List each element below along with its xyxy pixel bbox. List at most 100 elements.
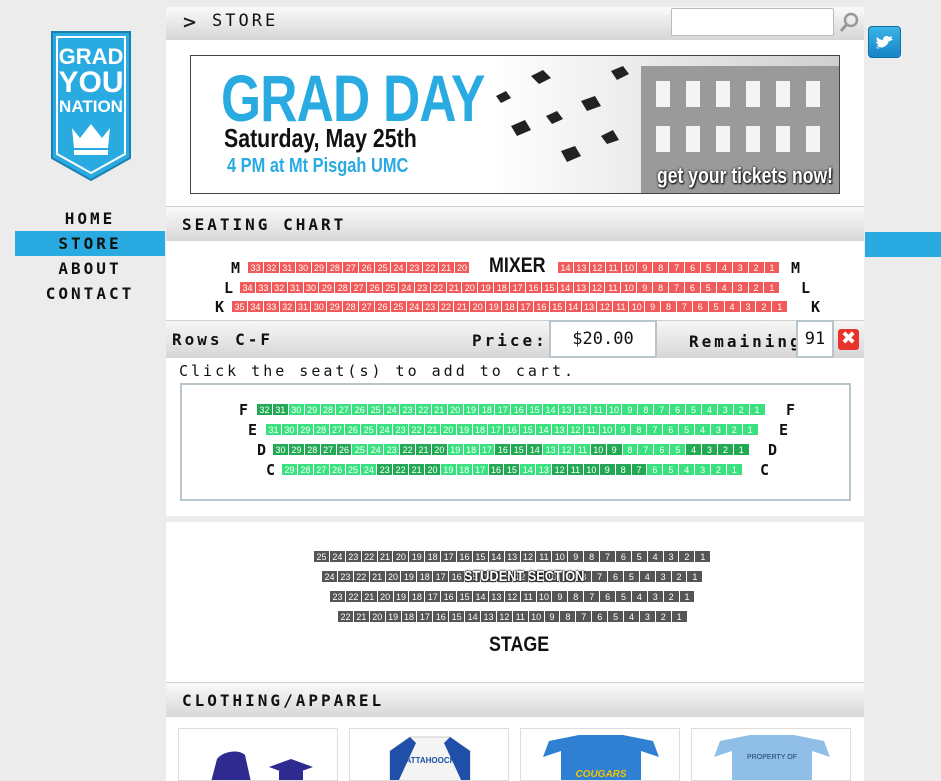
seat[interactable]: 23 [405, 261, 423, 274]
nav-contact[interactable]: CONTACT [15, 281, 165, 306]
seat[interactable]: 20 [368, 610, 386, 623]
seat[interactable]: 24 [390, 261, 407, 274]
seat[interactable]: 22 [421, 261, 439, 274]
seat[interactable]: 10 [598, 423, 616, 436]
seat[interactable]: 6 [591, 610, 609, 623]
nav-home[interactable]: HOME [15, 206, 165, 231]
seat[interactable]: 32 [278, 300, 296, 313]
seat[interactable]: 29 [310, 261, 328, 274]
seat[interactable]: 5 [678, 423, 696, 436]
seat[interactable]: 13 [480, 610, 497, 623]
seat[interactable]: 17 [478, 443, 496, 456]
seat[interactable]: 13 [572, 261, 590, 274]
seat[interactable]: 19 [462, 403, 480, 416]
seat[interactable]: 20 [453, 261, 471, 274]
seat[interactable]: 1 [763, 261, 781, 274]
seat[interactable]: 30 [280, 423, 298, 436]
seat[interactable]: 5 [622, 570, 640, 583]
seat[interactable]: 2 [747, 281, 765, 294]
seat[interactable]: 9 [621, 403, 639, 416]
seat[interactable]: 19 [455, 423, 473, 436]
seat[interactable]: 30 [302, 281, 320, 294]
seat[interactable]: 2 [654, 610, 672, 623]
seat[interactable]: 28 [334, 281, 352, 294]
seat[interactable]: 4 [694, 423, 711, 436]
seat[interactable]: 31 [278, 261, 296, 274]
seat[interactable]: 23 [376, 463, 394, 476]
seat[interactable]: 6 [691, 300, 709, 313]
seat[interactable]: 7 [637, 443, 655, 456]
seat[interactable]: 22 [429, 281, 447, 294]
seat[interactable]: 7 [653, 403, 671, 416]
seat[interactable]: 30 [294, 261, 312, 274]
seat[interactable]: 26 [366, 281, 384, 294]
seat[interactable]: 23 [421, 300, 439, 313]
seat[interactable]: 34 [246, 300, 264, 313]
nav-store[interactable]: STORE [15, 231, 165, 256]
seat[interactable]: 10 [551, 550, 569, 563]
seat[interactable]: 16 [494, 443, 512, 456]
seat[interactable]: 13 [542, 443, 560, 456]
seat[interactable]: 17 [432, 570, 450, 583]
seat[interactable]: 22 [344, 590, 362, 603]
seat[interactable]: 21 [423, 423, 441, 436]
seat[interactable]: 25 [344, 463, 362, 476]
seat[interactable]: 3 [694, 463, 712, 476]
seat[interactable]: 27 [312, 463, 330, 476]
seat[interactable]: 12 [558, 443, 575, 456]
seat[interactable]: 10 [605, 403, 623, 416]
seat[interactable]: 14 [472, 590, 489, 603]
seat[interactable]: 5 [630, 550, 648, 563]
seat[interactable]: 5 [699, 281, 717, 294]
search-icon[interactable] [836, 9, 862, 37]
seat[interactable]: 12 [588, 281, 606, 294]
seat[interactable]: 24 [328, 550, 346, 563]
seat[interactable]: 8 [637, 403, 655, 416]
seat[interactable]: 32 [270, 281, 288, 294]
seat[interactable]: 18 [471, 423, 489, 436]
seat[interactable]: 24 [383, 403, 401, 416]
seat[interactable]: 2 [732, 403, 750, 416]
seat[interactable]: 8 [583, 550, 601, 563]
seat[interactable]: 25 [351, 443, 369, 456]
seat[interactable]: 26 [374, 300, 391, 313]
seat[interactable]: 18 [478, 403, 496, 416]
seat[interactable]: 32 [256, 403, 273, 416]
seat[interactable]: 26 [358, 261, 376, 274]
seat[interactable]: 21 [437, 261, 455, 274]
seat[interactable]: 33 [254, 281, 272, 294]
seat[interactable]: 12 [503, 590, 521, 603]
seat[interactable]: 9 [543, 610, 561, 623]
seat[interactable]: 29 [303, 403, 321, 416]
seat[interactable]: 7 [599, 550, 616, 563]
seat[interactable]: 9 [567, 550, 585, 563]
seat[interactable]: 16 [532, 300, 550, 313]
seat[interactable]: 25 [389, 300, 407, 313]
seat[interactable]: 24 [397, 281, 415, 294]
seat[interactable]: 9 [636, 281, 654, 294]
seat[interactable]: 6 [646, 463, 664, 476]
seat[interactable]: 19 [400, 570, 418, 583]
seat[interactable]: 3 [662, 550, 680, 563]
seat[interactable]: 9 [598, 463, 616, 476]
seat[interactable]: 2 [710, 463, 727, 476]
seat[interactable]: 6 [599, 590, 617, 603]
seat[interactable]: 21 [360, 590, 378, 603]
seat[interactable]: 21 [368, 570, 386, 583]
seat[interactable]: 10 [527, 610, 545, 623]
seat[interactable]: 8 [660, 300, 677, 313]
seat[interactable]: 15 [526, 403, 544, 416]
seat[interactable]: 1 [725, 463, 743, 476]
seat[interactable]: 7 [591, 570, 609, 583]
seat[interactable]: 24 [405, 300, 423, 313]
seat[interactable]: 7 [575, 610, 593, 623]
seat[interactable]: 21 [376, 550, 394, 563]
seat[interactable]: 17 [440, 550, 458, 563]
seat[interactable]: 22 [352, 570, 370, 583]
seat[interactable]: 22 [360, 550, 378, 563]
seat[interactable]: 4 [646, 550, 664, 563]
seat[interactable]: 18 [408, 590, 426, 603]
seat[interactable]: 17 [416, 610, 434, 623]
seat[interactable]: 20 [376, 590, 394, 603]
seat[interactable]: 8 [567, 590, 585, 603]
